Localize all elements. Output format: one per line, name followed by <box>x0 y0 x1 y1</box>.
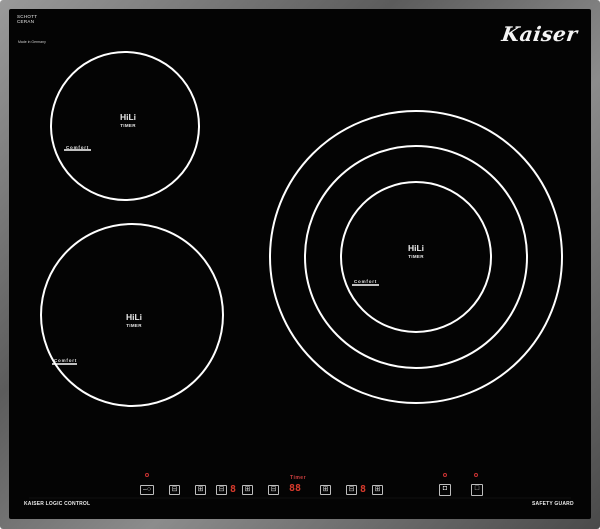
zone-2-minus-button[interactable]: ⊟ <box>216 485 227 495</box>
cooking-zones <box>29 51 571 499</box>
zone-1-comfort-label: Comfort <box>66 145 90 150</box>
power-indicator-led <box>145 473 149 477</box>
cooktop-frame: SCHOTT CERAN Made in Germany Kaiser HiLi… <box>0 0 600 529</box>
timer-plus-button[interactable]: ⊞ <box>320 485 331 495</box>
lock-indicator-led <box>443 473 447 477</box>
zone-3-plus-button[interactable]: ⊞ <box>372 485 383 495</box>
zone-3-level-display: 8 <box>360 484 367 495</box>
zone-3-comfort-label: Comfort <box>354 279 378 284</box>
zone-2-plus-button[interactable]: ⊞ <box>242 485 253 495</box>
main-power-button[interactable]: □ <box>471 484 483 496</box>
safety-guard-label: SAFETY GUARD <box>532 501 574 507</box>
timer-minus-button[interactable]: ⊟ <box>268 485 279 495</box>
zone-1-minus-button[interactable]: ⊟ <box>169 485 180 495</box>
zone-2-title: HiLi <box>125 312 143 322</box>
child-lock-button[interactable]: ◘ <box>439 484 451 496</box>
zone-3-title: HiLi <box>407 243 425 253</box>
power-zone-button[interactable]: –○ <box>140 485 154 495</box>
ceramic-glass-surface: SCHOTT CERAN Made in Germany Kaiser HiLi… <box>9 9 591 519</box>
timer-label: Timer <box>290 475 307 481</box>
zone-3-subtitle: TIMER <box>408 254 424 259</box>
zone-1-plus-button[interactable]: ⊞ <box>195 485 206 495</box>
schott-ceran-mark: SCHOTT CERAN <box>17 14 38 24</box>
timer-display: 88 <box>289 483 302 494</box>
zone-2-subtitle: TIMER <box>126 323 142 328</box>
zone-3-minus-button[interactable]: ⊟ <box>346 485 357 495</box>
power-on-indicator-led <box>474 473 478 477</box>
zone-1-title: HiLi <box>119 112 137 122</box>
made-in-label: Made in Germany <box>18 40 46 44</box>
zone-2-comfort-label: Comfort <box>54 358 78 363</box>
logic-control-label: KAISER LOGIC CONTROL <box>24 501 91 507</box>
zone-level-display: 8 <box>230 484 237 495</box>
zone-1-subtitle: TIMER <box>120 123 136 128</box>
brand-logo: Kaiser <box>500 22 580 46</box>
